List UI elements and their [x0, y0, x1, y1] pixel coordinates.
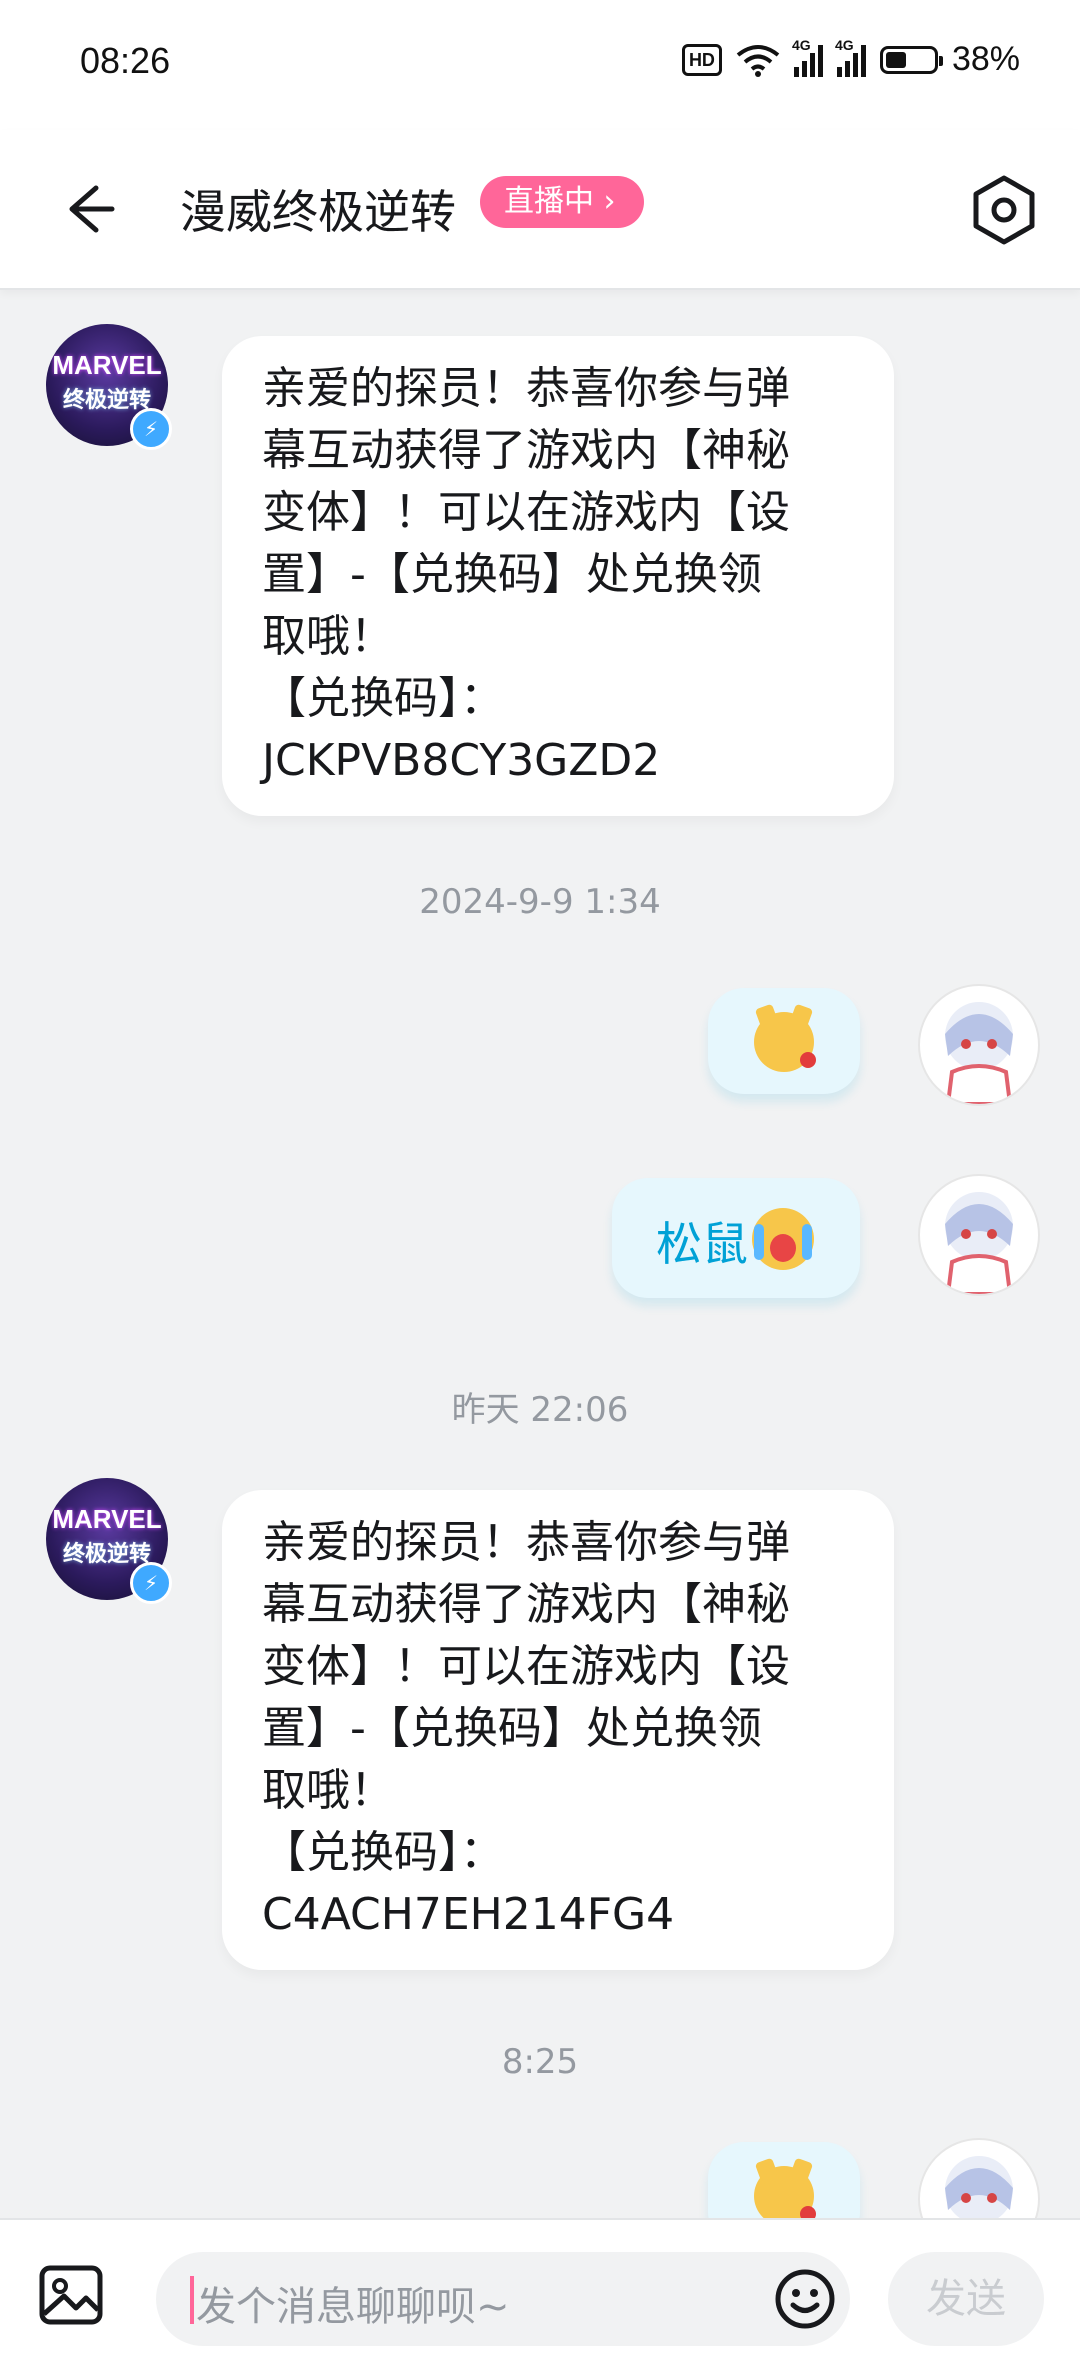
signal-icon-2: 4G — [835, 37, 866, 77]
text-caret — [190, 2276, 194, 2324]
hexagon-gear-icon[interactable] — [964, 170, 1044, 250]
verified-icon: ⚡ — [130, 1562, 172, 1604]
status-icons: HD 4G 4G 38% — [681, 37, 1020, 79]
image-icon[interactable] — [38, 2264, 104, 2326]
chat-title[interactable]: 漫威终极逆转 — [180, 176, 456, 242]
time-divider: 2024-9-9 1:34 — [419, 882, 661, 922]
smiley-icon[interactable] — [774, 2268, 836, 2330]
message-bubble-mine — [708, 988, 860, 1094]
composer-bar: 发个消息聊聊呗~ 发送 — [0, 2218, 1080, 2378]
hd-icon: HD — [681, 43, 722, 76]
message-text: 松鼠 — [656, 1217, 748, 1271]
send-button[interactable]: 发送 — [888, 2252, 1044, 2346]
rose-icon — [800, 1052, 816, 1068]
battery-percent: 38% — [951, 40, 1020, 78]
anime-avatar-icon — [945, 1192, 1013, 1294]
message-input[interactable]: 发个消息聊聊呗~ — [156, 2252, 850, 2346]
status-time: 08:26 — [80, 40, 171, 81]
wifi-icon — [736, 44, 780, 77]
anime-avatar-icon — [945, 1002, 1013, 1104]
crying-emoji — [752, 1208, 814, 1270]
message-input-placeholder: 发个消息聊聊呗~ — [196, 2284, 510, 2330]
message-text: 亲爱的探员！恭喜你参与弹 幕互动获得了游戏内【神秘 变体】！可以在游戏内【设 置… — [262, 1517, 790, 1940]
verified-icon: ⚡ — [130, 408, 172, 450]
message-bubble-mine: 松鼠 — [612, 1178, 860, 1298]
arrow-left-icon[interactable] — [50, 174, 120, 244]
message-text: 亲爱的探员！恭喜你参与弹 幕互动获得了游戏内【神秘 变体】！可以在游戏内【设 置… — [262, 363, 790, 786]
time-divider: 昨天 22:06 — [451, 1390, 629, 1430]
chat-header: 漫威终极逆转 直播中 › — [0, 130, 1080, 290]
avatar-me[interactable] — [918, 984, 1040, 1106]
battery-icon — [879, 45, 943, 74]
live-badge[interactable]: 直播中 › — [480, 176, 644, 228]
avatar-me[interactable] — [918, 1174, 1040, 1296]
status-bar: 08:26 HD 4G 4G 38% — [0, 0, 1080, 130]
message-bubble: 亲爱的探员！恭喜你参与弹 幕互动获得了游戏内【神秘 变体】！可以在游戏内【设 置… — [222, 1490, 894, 1970]
time-divider: 8:25 — [501, 2042, 579, 2082]
signal-icon: 4G — [792, 37, 823, 77]
message-bubble: 亲爱的探员！恭喜你参与弹 幕互动获得了游戏内【神秘 变体】！可以在游戏内【设 置… — [222, 336, 894, 816]
